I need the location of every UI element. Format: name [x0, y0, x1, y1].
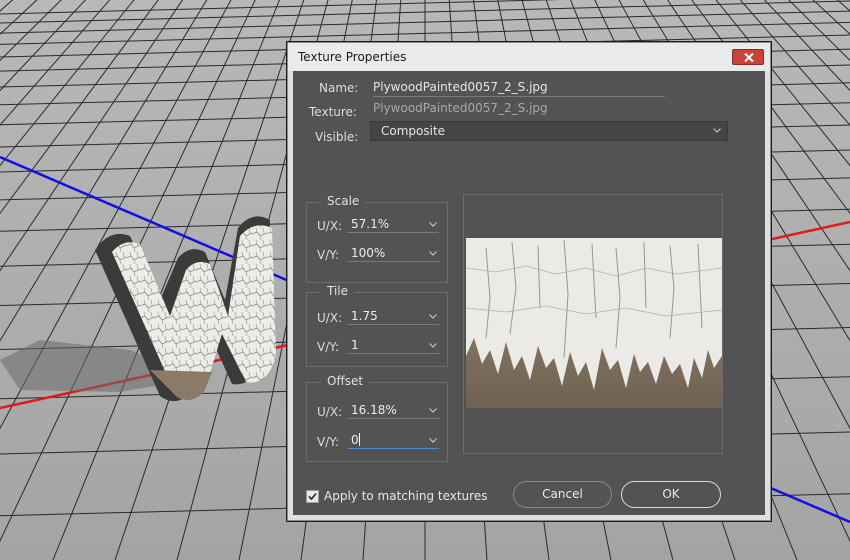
close-button[interactable]: [732, 49, 764, 65]
chevron-down-icon[interactable]: [429, 222, 437, 227]
apply-matching-label[interactable]: Apply to matching textures: [324, 489, 487, 503]
title-bar[interactable]: Texture Properties: [288, 43, 770, 72]
checkmark-icon: [308, 492, 317, 501]
offset-vy-input[interactable]: 0: [347, 432, 439, 449]
name-field[interactable]: PlywoodPainted0057_2_S.jpg: [373, 80, 665, 97]
visible-dropdown[interactable]: Composite: [370, 121, 728, 141]
texture-preview-image: [466, 238, 722, 408]
text-caret: [358, 433, 360, 446]
chevron-down-icon[interactable]: [429, 408, 437, 413]
dialog-title: Texture Properties: [298, 50, 407, 64]
scale-ux-label: U/X:: [317, 219, 343, 233]
scale-vy-value: 100%: [351, 246, 386, 260]
tile-vy-input[interactable]: 1: [347, 337, 439, 354]
offset-group-title: Offset: [321, 374, 370, 388]
texture-value: PlywoodPainted0057_2_S.jpg: [373, 101, 548, 115]
scale-vy-input[interactable]: 100%: [347, 245, 439, 262]
texture-label: Texture:: [309, 105, 357, 119]
dialog-body: Name: PlywoodPainted0057_2_S.jpg Texture…: [293, 71, 765, 515]
scale-group: Scale U/X: 57.1% V/Y: 100%: [306, 194, 448, 283]
name-label: Name:: [319, 81, 359, 95]
chevron-down-icon[interactable]: [429, 438, 437, 443]
apply-matching-checkbox[interactable]: [306, 490, 319, 503]
chevron-down-icon[interactable]: [429, 343, 437, 348]
offset-vy-value: 0: [351, 433, 359, 447]
chevron-down-icon[interactable]: [429, 314, 437, 319]
chevron-down-icon[interactable]: [429, 251, 437, 256]
tile-group-title: Tile: [321, 284, 355, 298]
window-frame-right: [765, 71, 770, 520]
tile-ux-label: U/X:: [317, 311, 343, 325]
tile-group: Tile U/X: 1.75 V/Y: 1: [306, 284, 448, 367]
offset-ux-label: U/X:: [317, 405, 343, 419]
visible-dropdown-value: Composite: [381, 124, 446, 138]
cancel-button[interactable]: Cancel: [513, 481, 612, 508]
offset-ux-input[interactable]: 16.18%: [347, 402, 439, 419]
offset-vy-label: V/Y:: [317, 435, 340, 449]
scale-group-title: Scale: [321, 194, 366, 208]
close-icon: [744, 53, 754, 62]
scale-vy-label: V/Y:: [317, 248, 340, 262]
offset-ux-value: 16.18%: [351, 403, 397, 417]
scale-ux-input[interactable]: 57.1%: [347, 216, 439, 233]
ok-button[interactable]: OK: [621, 481, 721, 508]
tile-ux-value: 1.75: [351, 309, 378, 323]
window-frame-bottom: [288, 515, 770, 520]
visible-label: Visible:: [315, 130, 359, 144]
chevron-down-icon: [713, 128, 721, 133]
texture-preview-frame: [463, 194, 723, 454]
texture-properties-dialog: Texture Properties Name: PlywoodPainted0…: [286, 41, 772, 522]
scale-ux-value: 57.1%: [351, 217, 390, 231]
tile-ux-input[interactable]: 1.75: [347, 308, 439, 325]
tile-vy-value: 1: [351, 338, 359, 352]
tile-vy-label: V/Y:: [317, 340, 340, 354]
offset-group: Offset U/X: 16.18% V/Y: 0: [306, 374, 448, 462]
